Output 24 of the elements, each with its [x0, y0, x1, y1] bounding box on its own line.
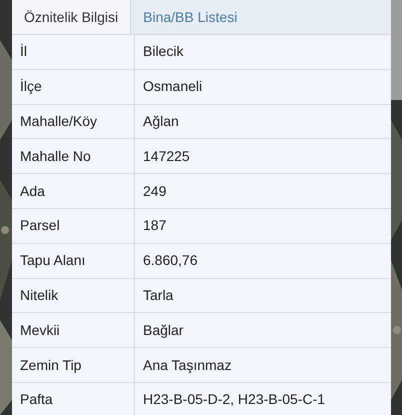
attribute-label: Mahalle No [12, 139, 135, 174]
attribute-value: Bilecik [142, 42, 184, 62]
attribute-value: 187 [142, 216, 168, 236]
attribute-value: 249 [142, 182, 168, 201]
tab[interactable]: Öznitelik Bilgisi [12, 0, 132, 34]
attribute-value: Tarla [142, 286, 174, 305]
attribute-label: Parsel [12, 208, 135, 243]
attribute-value: Ana Taşınmaz [142, 356, 232, 375]
attribute-label: Mevkii [12, 313, 135, 348]
attribute-value: Ağlan [142, 112, 180, 131]
attribute-label: İlçe [12, 70, 135, 104]
attribute-label: Zemin Tip [12, 348, 135, 382]
attribute-value: 147225 [142, 146, 191, 166]
attribute-value: H23-B-05-D-2, H23-B-05-C-1 [142, 390, 326, 410]
attribute-label: İl [12, 35, 135, 69]
attribute-label: Mahalle/Köy [12, 104, 135, 138]
attribute-value: Bağlar [142, 320, 184, 340]
attribute-value: Osmaneli [142, 77, 204, 96]
tab[interactable]: Bina/BB Listesi [131, 0, 250, 34]
attribute-label: Nitelik [12, 278, 135, 312]
attribute-value: 6.860,76 [142, 251, 198, 270]
attribute-label: Ada [12, 174, 135, 208]
attribute-label: Pafta [12, 382, 135, 415]
attribute-label: Tapu Alanı [12, 244, 135, 278]
